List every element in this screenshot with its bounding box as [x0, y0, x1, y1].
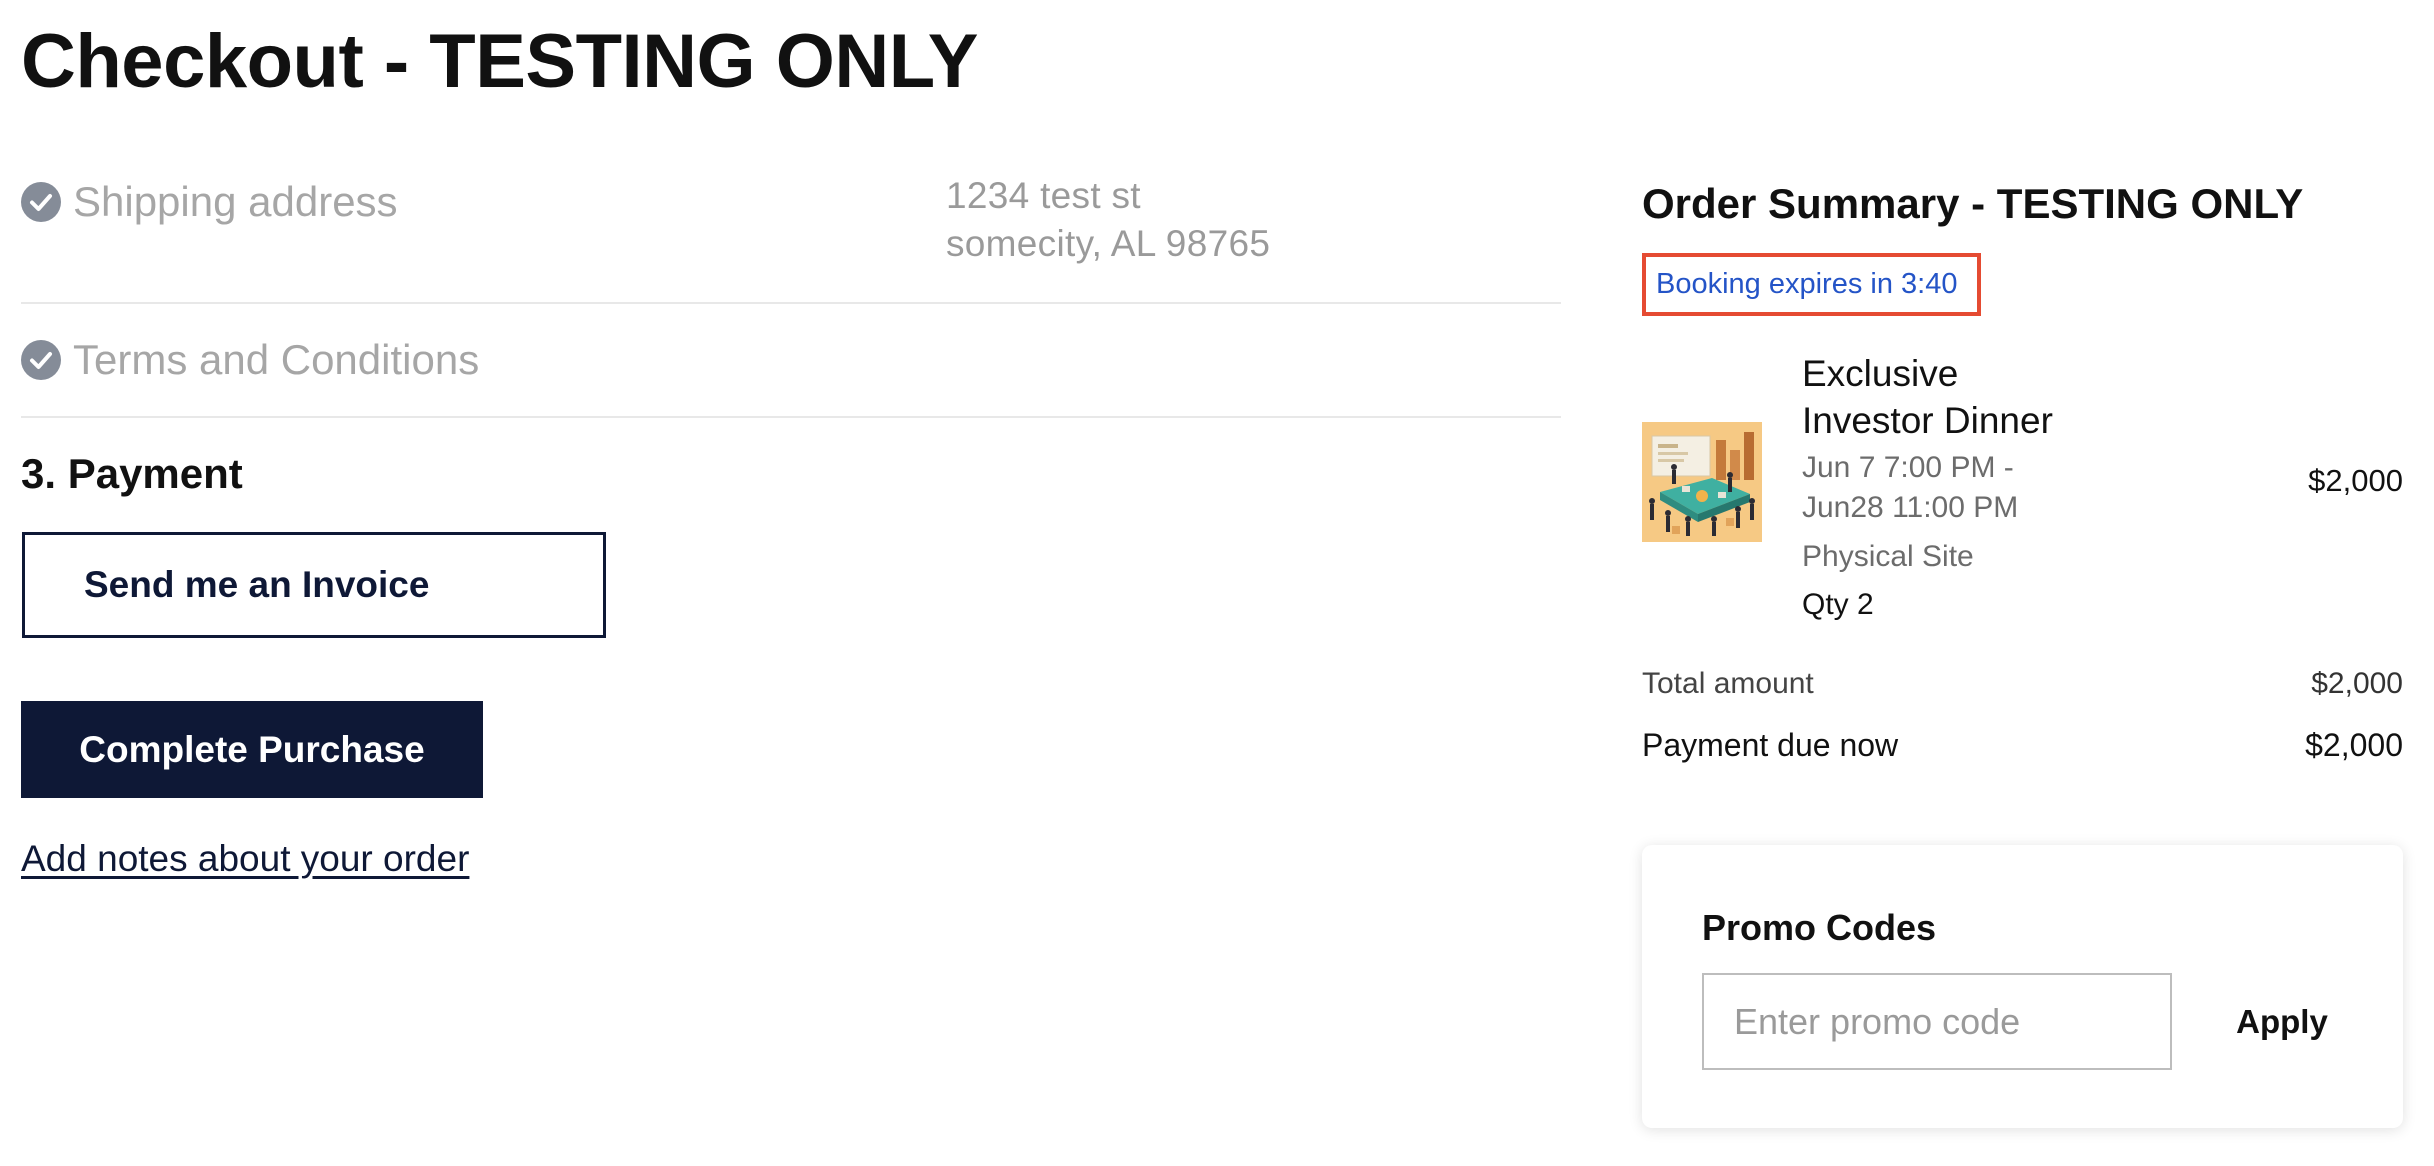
total-amount-value: $2,000 — [2311, 667, 2403, 700]
order-summary-title: Order Summary - TESTING ONLY — [1642, 180, 2304, 227]
shipping-address-summary: 1234 test st somecity, AL 98765 — [946, 172, 1270, 268]
step-shipping-address[interactable]: Shipping address 1234 test st somecity, … — [21, 170, 1561, 304]
step-label-shipping: Shipping address — [73, 178, 398, 225]
check-circle-icon — [21, 182, 61, 222]
event-price: $2,000 — [2308, 463, 2403, 498]
event-dates: Jun 7 7:00 PM - Jun28 11:00 PM — [1802, 451, 2019, 524]
event-thumbnail-image — [1642, 422, 1762, 542]
payment-due-value: $2,000 — [2305, 727, 2403, 763]
payment-heading: 3. Payment — [21, 450, 243, 497]
step-terms-and-conditions[interactable]: Terms and Conditions — [21, 302, 1561, 418]
step-label-terms: Terms and Conditions — [73, 336, 480, 383]
event-name: Exclusive Investor Dinner — [1802, 353, 2053, 441]
complete-purchase-button[interactable]: Complete Purchase — [21, 701, 483, 798]
event-quantity: Qty 2 — [1802, 588, 1874, 621]
apply-promo-button[interactable]: Apply — [2212, 973, 2352, 1070]
check-circle-icon — [21, 340, 61, 380]
booking-expiry-timer: Booking expires in 3:40 — [1642, 253, 1981, 316]
address-line-1: 1234 test st — [946, 175, 1141, 216]
event-location: Physical Site — [1802, 540, 1974, 573]
send-invoice-button[interactable]: Send me an Invoice — [22, 532, 606, 638]
promo-codes-title: Promo Codes — [1702, 907, 1937, 948]
promo-codes-card: Promo Codes Apply — [1642, 845, 2403, 1128]
add-order-notes-link[interactable]: Add notes about your order — [21, 834, 469, 884]
payment-due-label: Payment due now — [1642, 727, 1899, 763]
page-title: Checkout - TESTING ONLY — [21, 19, 978, 104]
total-amount-label: Total amount — [1642, 667, 1814, 700]
promo-code-input[interactable] — [1702, 973, 2172, 1070]
address-line-2: somecity, AL 98765 — [946, 223, 1271, 264]
